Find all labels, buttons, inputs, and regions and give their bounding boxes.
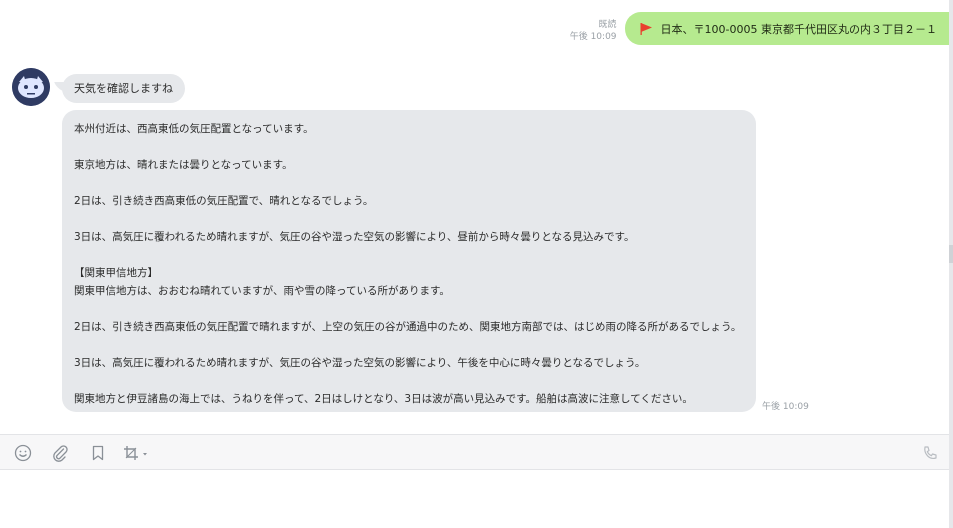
outgoing-location-bubble[interactable]: 日本、〒100-0005 東京都千代田区丸の内３丁目２－１ [624,12,949,45]
message-paragraph: 東京地方は、晴れまたは曇りとなっています。 [74,159,293,171]
bookmark-icon[interactable] [88,443,108,463]
window-right-border [949,0,953,528]
attach-icon[interactable] [50,443,70,463]
message-paragraph: 2日は、引き続き西高東低の気圧配置で、晴れとなるでしょう。 [74,195,374,207]
message-paragraph: 本州付近は、西高東低の気圧配置となっています。 [74,123,314,135]
read-receipt: 既読 [598,20,617,30]
incoming-weather-message[interactable]: 本州付近は、西高東低の気圧配置となっています。 東京地方は、晴れまたは曇りとなっ… [62,110,756,412]
message-paragraph: 関東地方と伊豆諸島の海上では、うねりを伴って、2日はしけとなり、3日は波が高い見… [74,393,693,405]
outgoing-message-meta: 既読 午後 10:09 [570,19,617,43]
crop-icon[interactable] [122,443,152,463]
outgoing-message-row: 既読 午後 10:09 日本、〒100-0005 東京都千代田区丸の内３丁目２－… [570,12,949,45]
message-paragraph: 3日は、高気圧に覆われるため晴れますが、気圧の谷や湿った空気の影響により、昼前か… [74,231,635,243]
flag-icon [639,22,653,36]
message-heading: 【関東甲信地方】 [74,267,158,279]
message-input[interactable] [0,470,949,528]
message-input-area [0,470,949,528]
phone-icon[interactable] [920,443,940,463]
outgoing-message-text: 日本、〒100-0005 東京都千代田区丸の内３丁目２－１ [660,22,937,36]
emoji-icon[interactable] [13,443,33,463]
outgoing-timestamp: 午後 10:09 [569,32,617,42]
incoming-short-message[interactable]: 天気を確認しますね [62,74,185,103]
message-paragraph: 3日は、高気圧に覆われるため晴れますが、気圧の谷や湿った空気の影響により、午後を… [74,357,646,369]
message-paragraph: 2日は、引き続き西高東低の気圧配置で晴れますが、上空の気圧の谷が通過中のため、関… [74,321,742,333]
avatar[interactable] [12,68,50,106]
message-toolbar [0,434,949,470]
incoming-timestamp: 午後 10:09 [762,402,809,412]
message-paragraph: 関東甲信地方は、おおむね晴れていますが、雨や雪の降っている所があります。 [74,285,450,297]
scrollbar-thumb[interactable] [949,245,953,263]
chat-message-area: 既読 午後 10:09 日本、〒100-0005 東京都千代田区丸の内３丁目２－… [0,0,949,434]
